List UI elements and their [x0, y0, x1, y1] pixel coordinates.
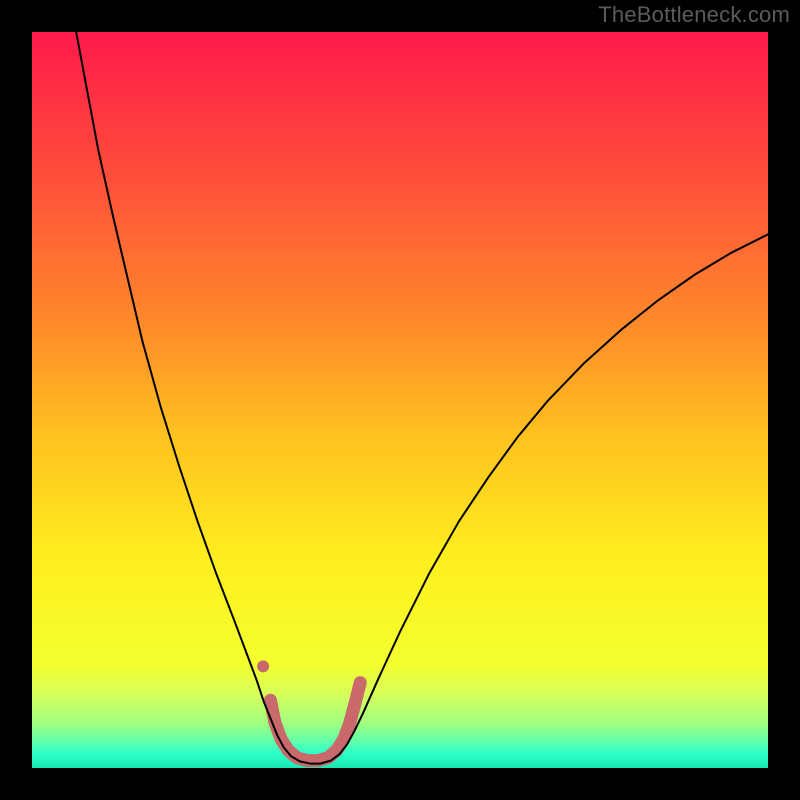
- plot-area: [32, 32, 768, 768]
- watermark-label: TheBottleneck.com: [598, 2, 790, 28]
- bottleneck-chart: [32, 32, 768, 768]
- chart-frame: TheBottleneck.com: [0, 0, 800, 800]
- highlight-dot: [257, 660, 269, 672]
- gradient-background: [32, 32, 768, 768]
